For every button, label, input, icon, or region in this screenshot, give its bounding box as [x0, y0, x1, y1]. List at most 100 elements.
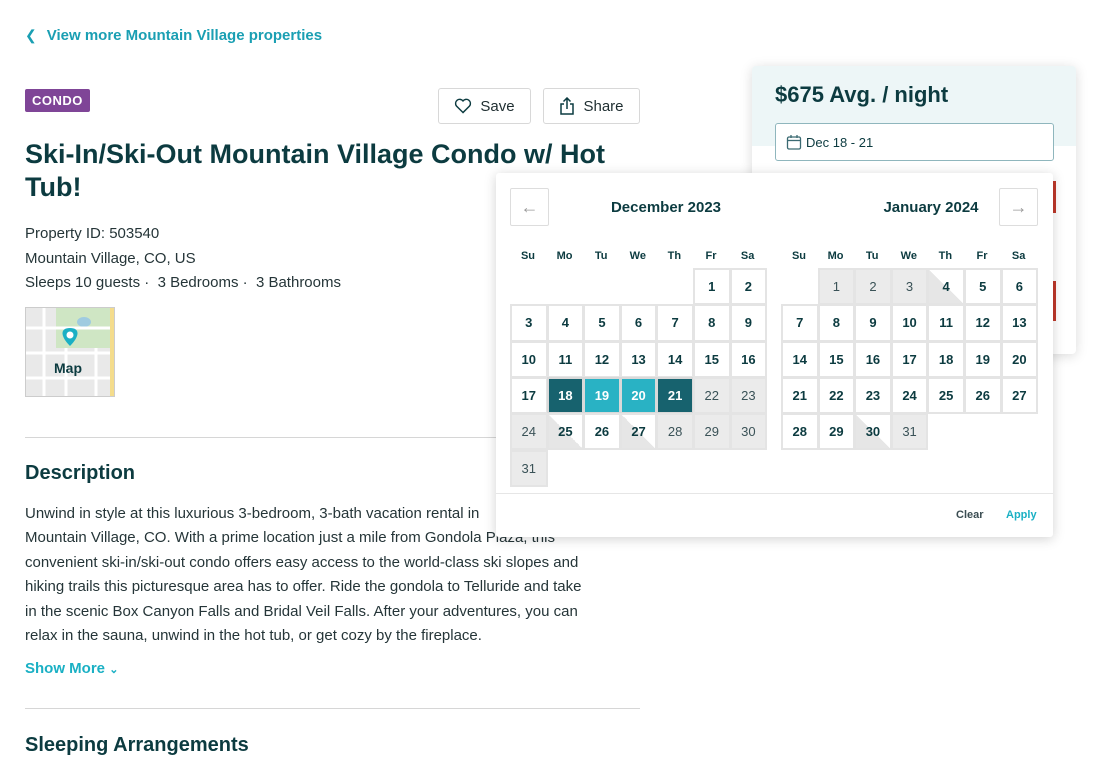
calendar-day[interactable]: 7	[781, 304, 819, 342]
calendar-day[interactable]: 17	[510, 376, 548, 415]
weekday-label: Sa	[1011, 250, 1026, 262]
weekday-label: Fr	[976, 250, 988, 262]
description-line: convenient ski-in/ski-out condo offers e…	[25, 553, 579, 571]
back-link[interactable]: ❮ View more Mountain Village properties	[25, 27, 322, 44]
calendar-day: 31	[890, 413, 929, 451]
weekday-label: Su	[520, 250, 536, 262]
calendar-day: 30	[729, 413, 768, 451]
save-button[interactable]: Save	[438, 88, 531, 124]
weekday-label: Th	[938, 250, 953, 262]
calendar-day[interactable]: 20	[1000, 340, 1039, 378]
nightly-price: $675 Avg. / night	[775, 82, 949, 107]
calendar-day[interactable]: 16	[729, 340, 768, 378]
date-picker-popup: ← → December 2023 January 2024 Clear App…	[496, 173, 1053, 537]
calendar-day[interactable]: 5	[583, 304, 621, 342]
calendar-day[interactable]: 13	[1000, 304, 1039, 342]
calendar-day[interactable]: 15	[693, 340, 731, 378]
calendar-day[interactable]: 1	[693, 268, 731, 306]
calendar-day[interactable]: 20	[619, 376, 658, 415]
calendar-day[interactable]: 7	[656, 304, 694, 342]
property-type-badge: CONDO	[25, 89, 90, 112]
calendar-day[interactable]: 26	[964, 376, 1002, 415]
calendar-day[interactable]: 14	[656, 340, 694, 378]
calendar-day[interactable]: 23	[854, 376, 892, 415]
calendar-day[interactable]: 18	[546, 376, 585, 415]
calendar-day: 31	[510, 449, 548, 487]
map-label: Map	[54, 360, 82, 376]
calendar-day[interactable]: 11	[927, 304, 965, 342]
calendar-day[interactable]: 12	[964, 304, 1002, 342]
weekday-label: Fr	[705, 250, 717, 262]
calendar-day[interactable]: 24	[890, 376, 929, 415]
date-range-input[interactable]: Dec 18 - 21	[775, 123, 1054, 161]
calendar-day[interactable]: 8	[693, 304, 731, 342]
calendar-day[interactable]: 30	[854, 413, 892, 451]
calendar-day[interactable]: 4	[927, 268, 965, 306]
weekday-label: Mo	[556, 250, 573, 262]
calendar-day[interactable]: 11	[546, 340, 585, 378]
share-button[interactable]: Share	[543, 88, 640, 124]
month-title: January 2024	[883, 199, 979, 216]
chevron-left-icon: ❮	[25, 27, 37, 43]
show-more-button[interactable]: Show More ⌄	[25, 660, 118, 677]
calendar-day[interactable]: 21	[781, 376, 819, 415]
sleeping-arrangements-heading: Sleeping Arrangements	[25, 734, 249, 756]
weekday-label: We	[629, 250, 646, 262]
weekday-label: Tu	[865, 250, 879, 262]
calendar-day[interactable]: 27	[619, 413, 658, 451]
calendar-day[interactable]: 10	[510, 340, 548, 378]
month-title: December 2023	[610, 199, 722, 216]
calendar-day[interactable]: 12	[583, 340, 621, 378]
map-thumbnail[interactable]: Map	[25, 307, 115, 397]
calendar-day[interactable]: 2	[729, 268, 768, 306]
calendar-day[interactable]: 17	[890, 340, 929, 378]
calendar-day[interactable]: 25	[927, 376, 965, 415]
calendar-day[interactable]: 19	[964, 340, 1002, 378]
calendar-day[interactable]: 10	[890, 304, 929, 342]
location: Mountain Village, CO, US	[25, 250, 196, 267]
heart-icon	[455, 98, 472, 114]
calendar-day[interactable]: 27	[1000, 376, 1039, 415]
capacity: Sleeps 10 guests · 3 Bedrooms · 3 Bathro…	[25, 274, 341, 291]
calendar-day[interactable]: 29	[817, 413, 856, 451]
map-image	[26, 308, 114, 396]
calendar-day: 2	[854, 268, 892, 306]
calendar-day: 22	[693, 376, 731, 415]
calendar-day: 3	[890, 268, 929, 306]
clear-button[interactable]: Clear	[956, 509, 984, 521]
description-line: relax in the sauna, unwind in the hot tu…	[25, 627, 482, 645]
apply-button[interactable]: Apply	[1006, 509, 1037, 521]
calendar-day[interactable]: 22	[817, 376, 856, 415]
calendar-day[interactable]: 9	[854, 304, 892, 342]
calendar-day[interactable]: 19	[583, 376, 621, 415]
weekday-label: Tu	[594, 250, 608, 262]
chevron-down-icon: ⌄	[109, 664, 119, 676]
calendar-day[interactable]: 15	[817, 340, 856, 378]
calendar-day[interactable]: 28	[781, 413, 819, 451]
weekday-label: We	[900, 250, 917, 262]
calendar-day[interactable]: 6	[619, 304, 658, 342]
property-id: Property ID: 503540	[25, 225, 160, 242]
calendar-day: 23	[729, 376, 768, 415]
calendar-day[interactable]: 8	[817, 304, 856, 342]
description-line: in the scenic Box Canyon Falls and Brida…	[25, 602, 578, 620]
calendar-day[interactable]: 13	[619, 340, 658, 378]
calendar-day[interactable]: 5	[964, 268, 1002, 306]
weekday-label: Th	[667, 250, 682, 262]
weekday-label: Sa	[740, 250, 755, 262]
calendar-day[interactable]: 4	[546, 304, 585, 342]
calendar-day[interactable]: 21	[656, 376, 694, 415]
calendar-day[interactable]: 26	[583, 413, 621, 451]
calendar-day[interactable]: 16	[854, 340, 892, 378]
description-heading: Description	[25, 462, 136, 484]
calendar-day[interactable]: 6	[1000, 268, 1039, 306]
calendar-day: 24	[510, 413, 548, 451]
calendar-day[interactable]: 9	[729, 304, 768, 342]
calendar-day[interactable]: 18	[927, 340, 965, 378]
description-line: hiking trails this picturesque area has …	[25, 578, 582, 596]
calendar-day[interactable]: 3	[510, 304, 548, 342]
divider	[25, 708, 640, 709]
share-icon	[560, 97, 575, 115]
calendar-day[interactable]: 14	[781, 340, 819, 378]
calendar-day[interactable]: 25	[546, 413, 585, 451]
